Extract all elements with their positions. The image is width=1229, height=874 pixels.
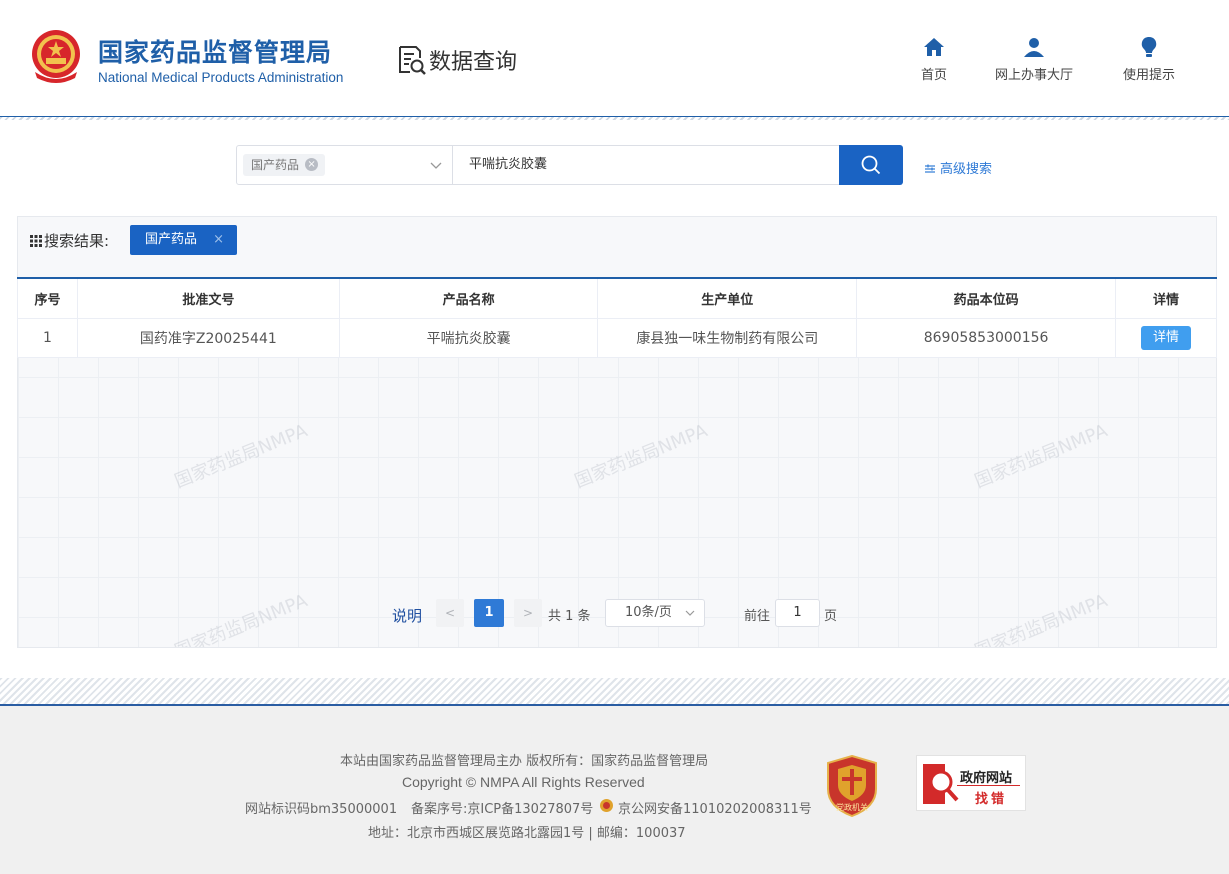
watermark: 国家药监局NMPA [171,420,311,493]
nav-usage-tips[interactable]: 使用提示 [1119,36,1179,83]
detail-button[interactable]: 详情 [1141,325,1191,350]
results-label: 搜索结果: [30,230,109,251]
cell-approval-no: 国药准字Z20025441 [77,318,340,358]
org-name-cn: 国家药品监督管理局 [98,38,333,67]
next-page-button[interactable]: > [514,599,542,627]
search-icon [861,155,881,175]
results-table: 序号 批准文号 产品名称 生产单位 药品本位码 详情 1 国药准字Z200254… [17,277,1217,358]
page-size-select[interactable]: 10条/页 [605,599,705,627]
table-header-row: 序号 批准文号 产品名称 生产单位 药品本位码 详情 [17,277,1217,319]
nav-tips-label: 使用提示 [1122,68,1175,83]
footer-divider [0,678,1229,706]
gov-error-divider [957,785,1020,786]
col-approval-no: 批准文号 [77,277,340,319]
footer-sponsor: 本站由国家药品监督管理局主办 版权所有：国家药品监督管理局 [340,754,709,769]
col-drug-code: 药品本位码 [856,277,1117,319]
filter-tag-label: 国产药品 [145,232,198,247]
cell-product-name: 平喘抗炎胶囊 [339,318,599,358]
pagination-description-link[interactable]: 说明 [392,605,422,626]
category-tag: 国产药品 × [243,154,326,176]
col-detail: 详情 [1115,277,1217,319]
gov-error-subtitle: 找错 [975,792,1008,807]
col-product-name: 产品名称 [339,277,599,319]
cell-detail: 详情 [1115,318,1217,358]
page-number-current[interactable]: 1 [474,599,504,627]
category-select[interactable]: 国产药品 × [236,145,453,185]
advanced-search-link[interactable]: 高级搜索 [924,158,992,177]
gov-error-title: 政府网站 [960,771,1013,786]
national-emblem-icon [32,30,80,83]
results-header: 搜索结果: 国产药品 × [18,217,1216,277]
footer-icp-link[interactable]: 备案序号:京ICP备13027807号 [411,798,593,817]
category-tag-label: 国产药品 [251,158,300,172]
nav-service-label: 网上办事大厅 [994,68,1073,83]
prev-page-button[interactable]: < [436,599,464,627]
data-query-icon [399,46,426,75]
watermark: 国家药监局NMPA [971,590,1111,648]
col-index: 序号 [17,277,78,319]
advanced-search-label: 高级搜索 [940,162,993,177]
col-manufacturer: 生产单位 [597,277,858,319]
results-label-text: 搜索结果: [44,232,110,250]
page-header: 国家药品监督管理局 National Medical Products Admi… [0,0,1229,116]
header-divider [0,116,1229,120]
table-row: 1 国药准字Z20025441 平喘抗炎胶囊 康县独一味生物制药有限公司 869… [17,318,1217,358]
footer-address: 地址：北京市西城区展览路北露园1号 | 邮编：100037 [368,826,686,841]
cell-index: 1 [17,318,78,358]
page-label: 页 [824,609,838,624]
org-name-en: National Medical Products Administration [98,70,344,85]
goto-label: 前往 [744,609,771,624]
page-size-value: 10条/页 [625,605,672,620]
user-icon [1024,38,1044,57]
watermark: 国家药监局NMPA [971,420,1111,493]
chevron-down-icon [430,162,442,169]
watermark: 国家药监局NMPA [171,590,311,648]
footer-site-id: 网站标识码bm35000001 [245,802,398,817]
footer-copyright: Copyright © NMPA All Rights Reserved [402,774,645,790]
section-title: 数据查询 [429,50,518,75]
home-icon [924,38,944,56]
nav-home-label: 首页 [920,68,947,83]
party-government-badge-icon[interactable]: 党政机关 [826,755,878,817]
police-badge-icon [600,799,613,812]
filter-tag: 国产药品 × [130,225,237,255]
watermark: 国家药监局NMPA [571,420,711,493]
goto-page-input[interactable]: 1 [775,599,820,627]
pagination-total: 共 1 条 [548,609,591,624]
nav-home[interactable]: 首页 [918,36,950,83]
search-input[interactable]: 平喘抗炎胶囊 [453,145,840,185]
footer-police-link[interactable]: 京公网安备11010202008311号 [618,798,812,817]
nav-online-service-hall[interactable]: 网上办事大厅 [991,36,1077,83]
grid-icon [30,235,42,247]
badge-label: 党政机关 [836,802,868,812]
government-website-error-report[interactable]: 政府网站 找错 [916,755,1026,811]
chevron-down-icon [685,610,695,616]
filter-tag-close-icon[interactable]: × [213,225,224,255]
lightbulb-icon [1141,37,1157,57]
sliders-icon [925,164,935,173]
cell-manufacturer: 康县独一味生物制药有限公司 [597,318,858,358]
cell-drug-code: 86905853000156 [856,318,1117,358]
tag-close-icon[interactable]: × [305,158,319,171]
search-button[interactable] [839,145,903,185]
magnifier-icon [923,764,959,804]
